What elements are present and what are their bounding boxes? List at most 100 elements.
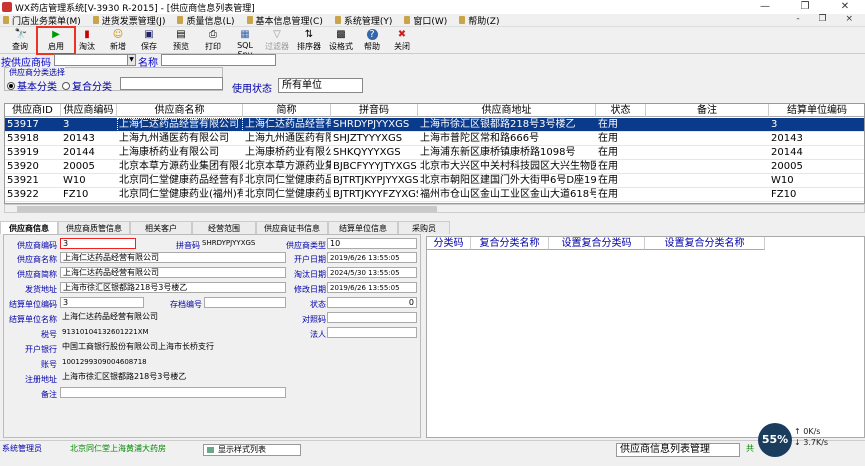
- table-cell[interactable]: 3: [61, 118, 117, 132]
- maximize-button[interactable]: ❐: [785, 0, 825, 14]
- reg-address-field[interactable]: 上海市徐汇区银都路218号3号楼乙: [60, 372, 286, 383]
- table-cell[interactable]: 上海市普陀区常和路666号: [418, 132, 596, 146]
- col-set-composite-name[interactable]: 设置复合分类名称: [645, 237, 765, 250]
- retire-button[interactable]: ▮ 淘汰: [74, 28, 100, 53]
- table-cell[interactable]: 北京同仁堂健康药业(福州)有限公司: [243, 188, 331, 202]
- account-field[interactable]: 1001299309004608718: [60, 357, 286, 368]
- table-cell[interactable]: 上海康桥药业有限公司: [117, 146, 243, 160]
- table-cell[interactable]: 在用: [596, 146, 646, 160]
- table-cell[interactable]: 上海浦东新区康桥镇康桥路1098号: [418, 146, 596, 160]
- table-cell[interactable]: [646, 146, 769, 160]
- col-composite-name[interactable]: 复合分类名称: [471, 237, 549, 250]
- retire-date-field[interactable]: 2024/5/30 13:55:05: [327, 267, 417, 278]
- table-row[interactable]: 53922FZ10北京同仁堂健康药业(福州)有限公司北京同仁堂健康药业(福州)有…: [5, 188, 864, 202]
- table-row[interactable]: 5391820143上海九州通医药有限公司上海九州通医药有限公司SHJZTYYY…: [5, 132, 864, 146]
- table-cell[interactable]: 20144: [769, 146, 864, 160]
- table-cell[interactable]: [646, 160, 769, 174]
- chevron-down-icon[interactable]: ▼: [127, 54, 136, 66]
- category-input[interactable]: [120, 77, 223, 90]
- table-cell[interactable]: 53918: [5, 132, 61, 146]
- table-row[interactable]: 5391920144上海康桥药业有限公司上海康桥药业有限公司SHKQYYYXGS…: [5, 146, 864, 160]
- menu-purchase-invoice[interactable]: 进货发票管理(J): [90, 14, 175, 27]
- col-category-code[interactable]: 分类码: [427, 237, 471, 250]
- settle-code-field[interactable]: 3: [60, 297, 144, 308]
- table-cell[interactable]: 53919: [5, 146, 61, 160]
- tab-quality-info[interactable]: 供应商质管信息: [58, 221, 130, 234]
- table-cell[interactable]: 20005: [61, 160, 117, 174]
- table-cell[interactable]: 在用: [596, 160, 646, 174]
- mdi-controls[interactable]: - ❐ ×: [796, 14, 861, 24]
- table-cell[interactable]: 20005: [769, 160, 864, 174]
- col-address[interactable]: 供应商地址: [418, 104, 596, 117]
- table-cell[interactable]: 上海九州通医药有限公司: [243, 132, 331, 146]
- tab-buyers[interactable]: 采购员: [398, 221, 450, 234]
- table-cell[interactable]: 上海市徐汇区银都路218号3号楼乙: [418, 118, 596, 132]
- network-speed-widget[interactable]: 55% ↑ 0K/s ↓ 3.7K/s: [758, 421, 850, 457]
- table-cell[interactable]: 北京本草方源药业集团有限公司: [243, 160, 331, 174]
- table-cell[interactable]: 上海九州通医药有限公司: [117, 132, 243, 146]
- tax-field[interactable]: 91310104132601221XM: [60, 327, 286, 338]
- horizontal-scrollbar[interactable]: [4, 204, 865, 213]
- window-list-select[interactable]: 供应商信息列表管理: [616, 443, 740, 457]
- col-settle-code[interactable]: 结算单位编码: [769, 104, 864, 117]
- table-cell[interactable]: 北京市大兴区中关村科技园区大兴生物医药: [418, 160, 596, 174]
- name-field[interactable]: 上海仁达药品经营有限公司: [60, 252, 286, 263]
- ship-address-field[interactable]: 上海市徐汇区银都路218号3号楼乙: [60, 282, 286, 293]
- table-cell[interactable]: BJBCFYYYJTYXGS: [331, 160, 418, 174]
- print-button[interactable]: ⎙ 打印: [199, 28, 227, 53]
- help-button[interactable]: ? 帮助: [359, 28, 385, 53]
- table-cell[interactable]: 北京同仁堂健康药业(福州)有限公司: [117, 188, 243, 202]
- open-date-field[interactable]: 2019/6/26 13:55:05: [327, 252, 417, 263]
- menu-quality-info[interactable]: 质量信息(L): [174, 14, 243, 27]
- table-row[interactable]: 5392020005北京本草方源药业集团有限公司北京本草方源药业集团有限公司BJ…: [5, 160, 864, 174]
- table-cell[interactable]: FZ10: [769, 188, 864, 202]
- table-cell[interactable]: [646, 188, 769, 202]
- remark-field[interactable]: [60, 387, 286, 398]
- status-field[interactable]: 0: [327, 297, 417, 308]
- type-field[interactable]: 10: [327, 238, 417, 249]
- table-cell[interactable]: BJTRTJKYPJYYXGS: [331, 174, 418, 188]
- format-button[interactable]: ▩ 设格式: [326, 28, 356, 53]
- sql-spy-button[interactable]: ▦SQL Spy: [229, 28, 261, 59]
- tab-certificates[interactable]: 供应商证书信息: [256, 221, 328, 234]
- table-cell[interactable]: [646, 174, 769, 188]
- table-cell[interactable]: 53921: [5, 174, 61, 188]
- col-supplier-id[interactable]: 供应商ID: [5, 104, 61, 117]
- table-cell[interactable]: 20143: [769, 132, 864, 146]
- tab-supplier-info[interactable]: 供应商信息: [0, 221, 58, 234]
- table-cell[interactable]: 20143: [61, 132, 117, 146]
- minimize-button[interactable]: —: [745, 0, 785, 14]
- code-field[interactable]: 3: [60, 238, 136, 249]
- table-cell[interactable]: 在用: [596, 174, 646, 188]
- table-cell[interactable]: 北京本草方源药业集团有限公司: [117, 160, 243, 174]
- tab-settlement-info[interactable]: 结算单位信息: [328, 221, 398, 234]
- table-cell[interactable]: 北京同仁堂健康药品经营有限公司: [117, 174, 243, 188]
- table-cell[interactable]: FZ10: [61, 188, 117, 202]
- short-name-field[interactable]: 上海仁达药品经营有限公司: [60, 267, 286, 278]
- table-cell[interactable]: 上海仁达药品经营有限公司: [117, 118, 243, 132]
- legal-person-field[interactable]: [327, 327, 417, 338]
- table-cell[interactable]: [646, 118, 769, 132]
- menu-store-business[interactable]: 门店业务菜单(M): [0, 14, 90, 27]
- table-cell[interactable]: 在用: [596, 118, 646, 132]
- query-button[interactable]: 🔭 查询: [2, 28, 38, 53]
- enable-button[interactable]: ▶ 启用: [36, 26, 76, 55]
- tab-business-scope[interactable]: 经营范围: [192, 221, 256, 234]
- table-cell[interactable]: W10: [61, 174, 117, 188]
- scroll-thumb[interactable]: [17, 206, 437, 212]
- col-remark[interactable]: 备注: [646, 104, 769, 117]
- table-cell[interactable]: 上海仁达药品经营有限公司: [243, 118, 331, 132]
- tab-related-customers[interactable]: 相关客户: [130, 221, 192, 234]
- counter-code-field[interactable]: [327, 312, 417, 323]
- table-cell[interactable]: 在用: [596, 188, 646, 202]
- table-cell[interactable]: 北京市朝阳区建国门外大街甲6号D座19层: [418, 174, 596, 188]
- menu-basic-info[interactable]: 基本信息管理(C): [244, 14, 332, 27]
- close-button[interactable]: ✖ 关闭: [389, 28, 415, 53]
- table-cell[interactable]: [646, 132, 769, 146]
- table-row[interactable]: 53921W10北京同仁堂健康药品经营有限公司北京同仁堂健康药品经营有限公司BJ…: [5, 174, 864, 188]
- save-button[interactable]: ▣ 保存: [135, 28, 163, 53]
- menu-help[interactable]: 帮助(Z): [456, 14, 508, 27]
- archive-no-field[interactable]: [204, 297, 286, 308]
- table-cell[interactable]: 53922: [5, 188, 61, 202]
- table-cell[interactable]: 3: [769, 118, 864, 132]
